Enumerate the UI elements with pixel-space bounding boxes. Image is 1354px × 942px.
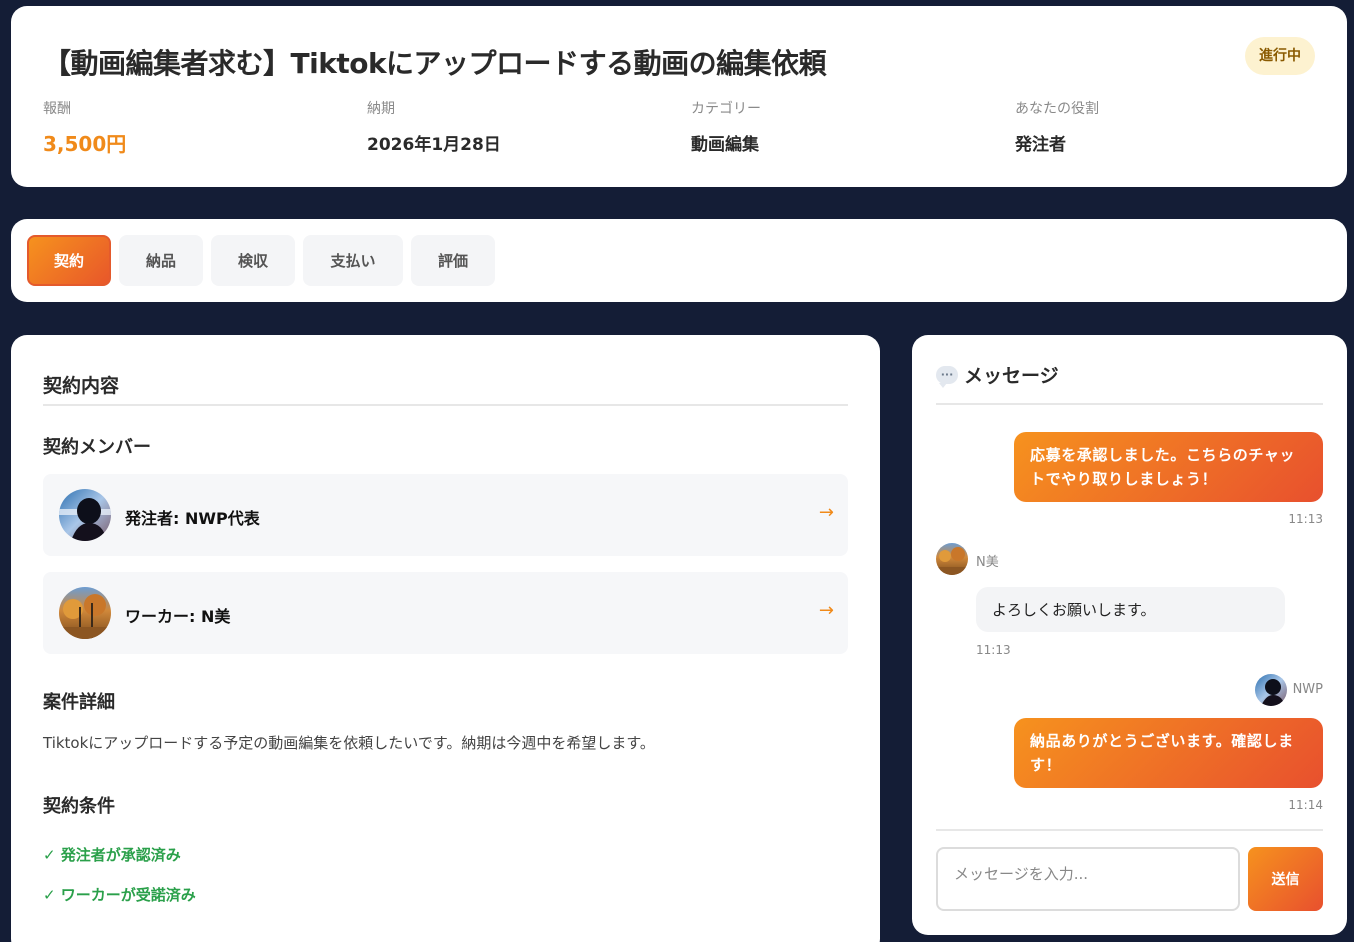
tab-contract[interactable]: 契約 [27,235,111,286]
divider [936,403,1323,405]
workflow-tabs: 契約 納品 検収 支払い 評価 [11,219,1347,302]
tab-review[interactable]: 評価 [411,235,495,286]
meta-reward: 報酬 3,500円 [43,98,126,157]
message-time: 11:13 [976,643,1011,657]
send-button[interactable]: 送信 [1248,847,1323,911]
message-time: 11:14 [1288,798,1323,812]
message-outgoing: 納品ありがとうございます。確認します！ [1014,718,1323,788]
job-title: 【動画編集者求む】Tiktokにアップロードする動画の編集依頼 [43,47,827,80]
meta-label: 報酬 [43,101,71,117]
person-silhouette-avatar [59,489,111,541]
meta-label: 納期 [367,101,395,117]
message-input[interactable] [936,847,1240,911]
conditions-title: 契約条件 [43,796,115,817]
meta-deadline: 納期 2026年1月28日 [367,98,501,155]
meta-label: あなたの役割 [1015,101,1099,117]
member-label: 発注者: NWP代表 [125,509,260,528]
arrow-right-icon: → [818,600,834,621]
person-silhouette-avatar [1255,674,1287,706]
role-value: 発注者 [1015,135,1066,155]
category-value: 動画編集 [691,135,759,155]
contract-panel: 契約内容 契約メンバー 発注者: NWP代表 → ワーカー: N美 → 案件詳細… [11,335,880,942]
message-title: ··· メッセージ [936,361,1059,388]
details-text: Tiktokにアップロードする予定の動画編集を依頼したいです。納期は今週中を希望… [43,734,655,752]
divider [43,404,848,406]
tab-payment[interactable]: 支払い [303,235,403,286]
autumn-trees-avatar [936,543,968,575]
message-time: 11:13 [1288,512,1323,526]
sender-name: NWP [1292,682,1323,697]
reward-value: 3,500円 [43,132,127,156]
autumn-trees-avatar [59,587,111,639]
message-title-label: メッセージ [964,365,1059,387]
tab-inspection[interactable]: 検収 [211,235,295,286]
message-outgoing: 応募を承認しました。こちらのチャットでやり取りしましょう！ [1014,432,1323,502]
member-worker[interactable]: ワーカー: N美 → [43,572,848,654]
tab-delivery[interactable]: 納品 [119,235,203,286]
deadline-value: 2026年1月28日 [367,135,501,155]
job-header-card: 【動画編集者求む】Tiktokにアップロードする動画の編集依頼 進行中 報酬 3… [11,6,1347,187]
meta-category: カテゴリー 動画編集 [691,98,761,155]
speech-bubble-icon: ··· [936,365,958,388]
meta-label: カテゴリー [691,101,761,117]
arrow-right-icon: → [818,502,834,523]
contract-title: 契約内容 [43,375,120,397]
condition-worker-accepted: ✓ ワーカーが受諾済み [43,886,196,904]
status-badge: 進行中 [1245,37,1315,75]
meta-role: あなたの役割 発注者 [1015,98,1099,155]
message-panel: ··· メッセージ 応募を承認しました。こちらのチャットでやり取りしましょう！ … [912,335,1347,935]
sender-name: N美 [976,555,999,570]
details-title: 案件詳細 [43,692,115,713]
message-incoming: よろしくお願いします。 [976,587,1285,632]
members-title: 契約メンバー [43,437,151,458]
member-label: ワーカー: N美 [125,607,231,626]
condition-client-approved: ✓ 発注者が承認済み [43,846,181,864]
divider [936,829,1323,831]
member-client[interactable]: 発注者: NWP代表 → [43,474,848,556]
